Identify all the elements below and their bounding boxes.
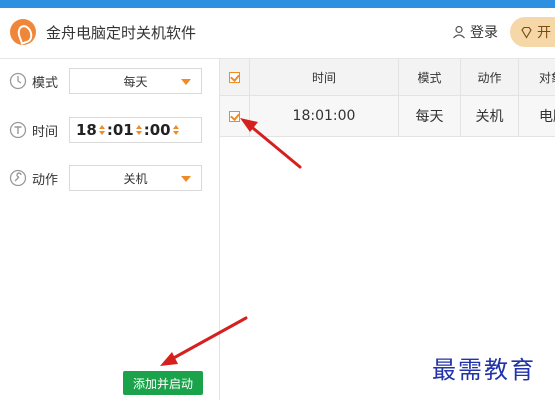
watermark-text: 最需教育 <box>432 356 536 384</box>
arrow-to-row-checkbox <box>246 122 302 169</box>
arrow-to-add-button <box>168 316 248 362</box>
arrow-head-2 <box>160 352 178 366</box>
annotation-arrows <box>160 118 302 366</box>
